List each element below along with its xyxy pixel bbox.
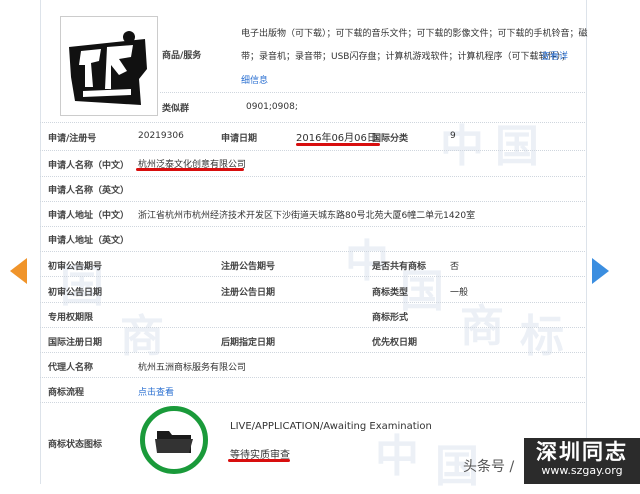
exclusive-label: 专用权期限 [48, 313, 94, 323]
shared-label: 是否共有商标 [372, 262, 427, 272]
address-cn-label: 申请人地址（中文） [48, 211, 130, 221]
intl-class-value: 9 [450, 131, 456, 141]
process-label: 商标流程 [48, 388, 85, 398]
app-no-label: 申请/注册号 [48, 134, 97, 144]
address-cn-value: 浙江省杭州市杭州经济技术开发区下沙街道天城东路80号北苑大厦6幢二单元1420室 [138, 211, 476, 221]
prev-arrow-icon[interactable] [10, 258, 27, 284]
goods-line-2: 带；录音机；录音带；USB闪存盘；计算机游戏软件；计算机程序（可下载软件）； [241, 52, 570, 62]
prelim-date-label: 初审公告日期 [48, 288, 103, 298]
process-view-link[interactable]: 点击查看 [138, 385, 174, 398]
reg-issue-label: 注册公告期号 [221, 262, 276, 272]
brand-badge: 深圳同志 www.szgay.org [524, 438, 640, 484]
priority-date-label: 优先权日期 [372, 338, 418, 348]
app-date-value: 2016年06月06日 [296, 133, 377, 144]
agent-value: 杭州五洲商标服务有限公司 [138, 363, 247, 373]
brand-url: www.szgay.org [541, 464, 623, 477]
goods-line-1: 电子出版物（可下载）；可下载的音乐文件；可下载的影像文件；可下载的手机铃音；磁 [241, 29, 588, 39]
applicant-cn-label: 申请人名称（中文） [48, 161, 130, 171]
status-ring [140, 406, 208, 474]
trademark-logo [60, 16, 158, 116]
tm-type-label: 商标类型 [372, 288, 409, 298]
agent-label: 代理人名称 [48, 363, 94, 373]
tm-form-label: 商标形式 [372, 313, 409, 323]
similar-group-label: 类似群 [162, 104, 190, 114]
highlight-underline [136, 168, 244, 171]
intl-reg-date-label: 国际注册日期 [48, 338, 103, 348]
goods-label: 商品/服务 [162, 51, 202, 61]
next-arrow-icon[interactable] [592, 258, 609, 284]
view-detail-link-cont[interactable]: 细信息 [241, 73, 268, 86]
highlight-underline [296, 143, 380, 146]
tm-type-value: 一般 [450, 288, 469, 298]
prelim-issue-label: 初审公告期号 [48, 262, 103, 272]
reg-date-label: 注册公告日期 [221, 288, 276, 298]
later-date-label: 后期指定日期 [221, 338, 276, 348]
shared-value: 否 [450, 262, 460, 272]
app-date-label: 申请日期 [221, 134, 258, 144]
address-en-label: 申请人地址（英文） [48, 236, 130, 246]
status-en: LIVE/APPLICATION/Awaiting Examination [230, 421, 432, 432]
trademark-detail-panel: 商品/服务 电子出版物（可下载）；可下载的音乐文件；可下载的影像文件；可下载的手… [40, 0, 588, 484]
folder-icon [155, 431, 193, 453]
brand-name: 深圳同志 [536, 440, 628, 464]
app-no-value: 20219306 [138, 131, 184, 141]
similar-group-value: 0901;0908; [246, 102, 298, 112]
status-label: 商标状态图标 [48, 440, 103, 450]
footer-text: 头条号 / [463, 459, 515, 475]
applicant-en-label: 申请人名称（英文） [48, 186, 130, 196]
highlight-underline [228, 459, 290, 462]
view-detail-link[interactable]: 查看详 [541, 49, 568, 62]
